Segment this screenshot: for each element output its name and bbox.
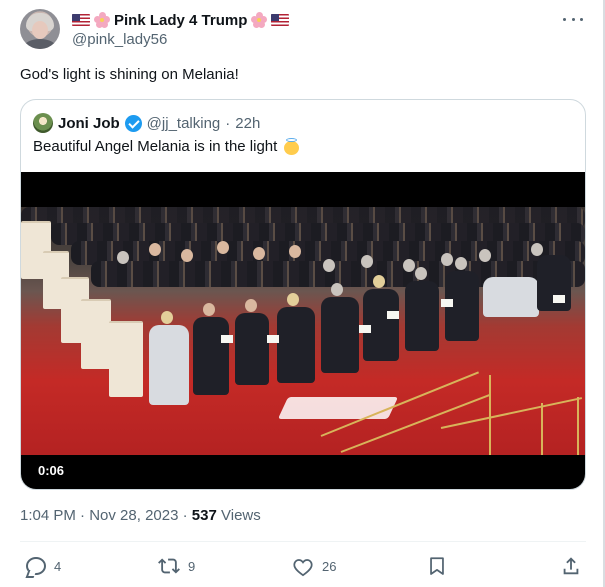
- cherry-blossom-icon: [251, 12, 268, 28]
- author-avatar[interactable]: [20, 9, 60, 49]
- share-icon: [560, 555, 582, 577]
- tweet-date[interactable]: Nov 28, 2023: [89, 507, 178, 524]
- quoted-tweet-header: Joni Job @jj_talking · 22h: [33, 113, 260, 133]
- meta-separator: ·: [80, 507, 86, 524]
- author-name-row[interactable]: Pink Lady 4 Trump: [72, 10, 290, 30]
- quoted-tweet-time[interactable]: 22h: [235, 115, 260, 132]
- cherry-blossom-icon: [94, 12, 110, 28]
- us-flag-icon: [271, 14, 290, 26]
- us-flag-icon: [72, 14, 90, 26]
- tweet-text: God's light is shining on Melania!: [20, 66, 239, 83]
- video-duration-badge: 0:06: [33, 461, 70, 480]
- quoted-author-name[interactable]: Joni Job: [58, 115, 120, 132]
- like-count: 26: [322, 558, 337, 574]
- quoted-tweet-card[interactable]: Joni Job @jj_talking · 22h Beautiful Ang…: [20, 99, 586, 490]
- author-handle[interactable]: @pink_lady56: [72, 31, 167, 48]
- like-button[interactable]: 26: [292, 553, 336, 579]
- retweet-icon: [158, 555, 180, 577]
- action-bar: 4 9 26: [20, 553, 586, 579]
- views-count: 537: [191, 507, 217, 524]
- quoted-tweet-text: Beautiful Angel Melania is in the light: [33, 138, 278, 155]
- divider: [20, 541, 586, 542]
- quoted-tweet-text-row: Beautiful Angel Melania is in the light: [33, 138, 300, 155]
- quoted-author-avatar[interactable]: [33, 113, 53, 133]
- quoted-author-handle[interactable]: @jj_talking: [147, 115, 221, 132]
- video-frame: [21, 207, 585, 455]
- reply-button[interactable]: 4: [24, 553, 61, 579]
- views-label: Views: [221, 507, 261, 524]
- verified-badge-icon: [124, 114, 142, 132]
- more-options-icon[interactable]: [563, 12, 583, 26]
- heart-icon: [292, 555, 314, 577]
- bookmark-icon: [426, 555, 448, 577]
- angel-icon: [283, 138, 300, 155]
- share-button[interactable]: [560, 553, 582, 579]
- retweet-count: 9: [188, 558, 196, 574]
- retweet-button[interactable]: 9: [158, 553, 195, 579]
- tweet-meta: 1:04 PM · Nov 28, 2023 · 537 Views: [20, 507, 261, 524]
- author-display-name[interactable]: Pink Lady 4 Trump: [114, 12, 247, 29]
- video-player[interactable]: 0:06: [21, 172, 585, 489]
- meta-separator: ·: [182, 507, 188, 524]
- reply-icon: [24, 555, 46, 577]
- reply-count: 4: [54, 558, 62, 574]
- separator-dot: ·: [225, 114, 231, 132]
- tweet-time[interactable]: 1:04 PM: [20, 507, 76, 524]
- bookmark-button[interactable]: [426, 553, 448, 579]
